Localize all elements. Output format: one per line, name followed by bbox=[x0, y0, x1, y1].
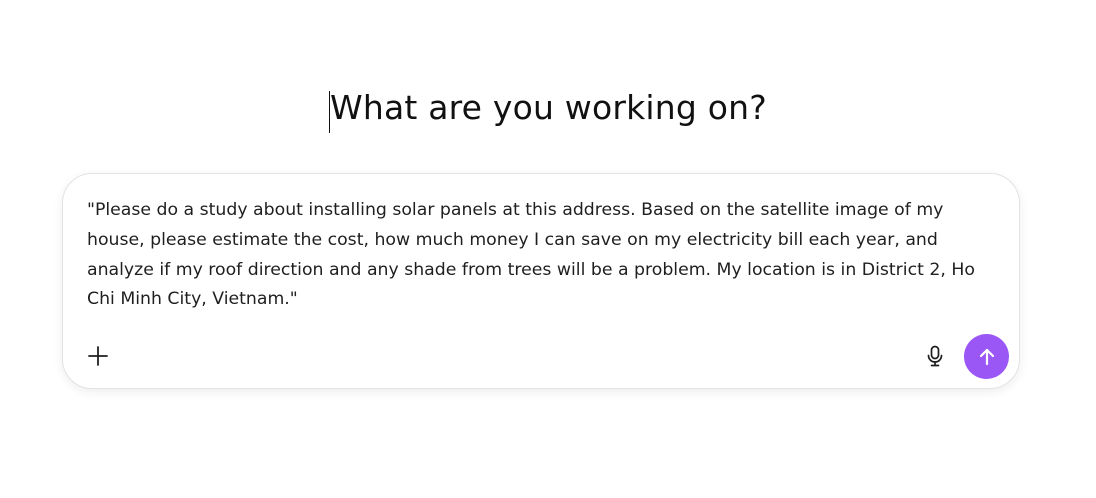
page-title: What are you working on? bbox=[330, 88, 767, 127]
voice-input-button[interactable] bbox=[923, 344, 947, 368]
prompt-input[interactable]: "Please do a study about installing sola… bbox=[87, 196, 997, 315]
send-button[interactable] bbox=[964, 334, 1009, 379]
add-attachment-button[interactable] bbox=[85, 343, 111, 369]
text-caret bbox=[329, 90, 330, 133]
prompt-composer[interactable]: "Please do a study about installing sola… bbox=[62, 173, 1020, 389]
microphone-icon bbox=[927, 345, 943, 367]
plus-icon bbox=[88, 346, 108, 366]
heading-area: What are you working on? bbox=[0, 84, 1096, 136]
arrow-up-icon bbox=[979, 348, 994, 365]
